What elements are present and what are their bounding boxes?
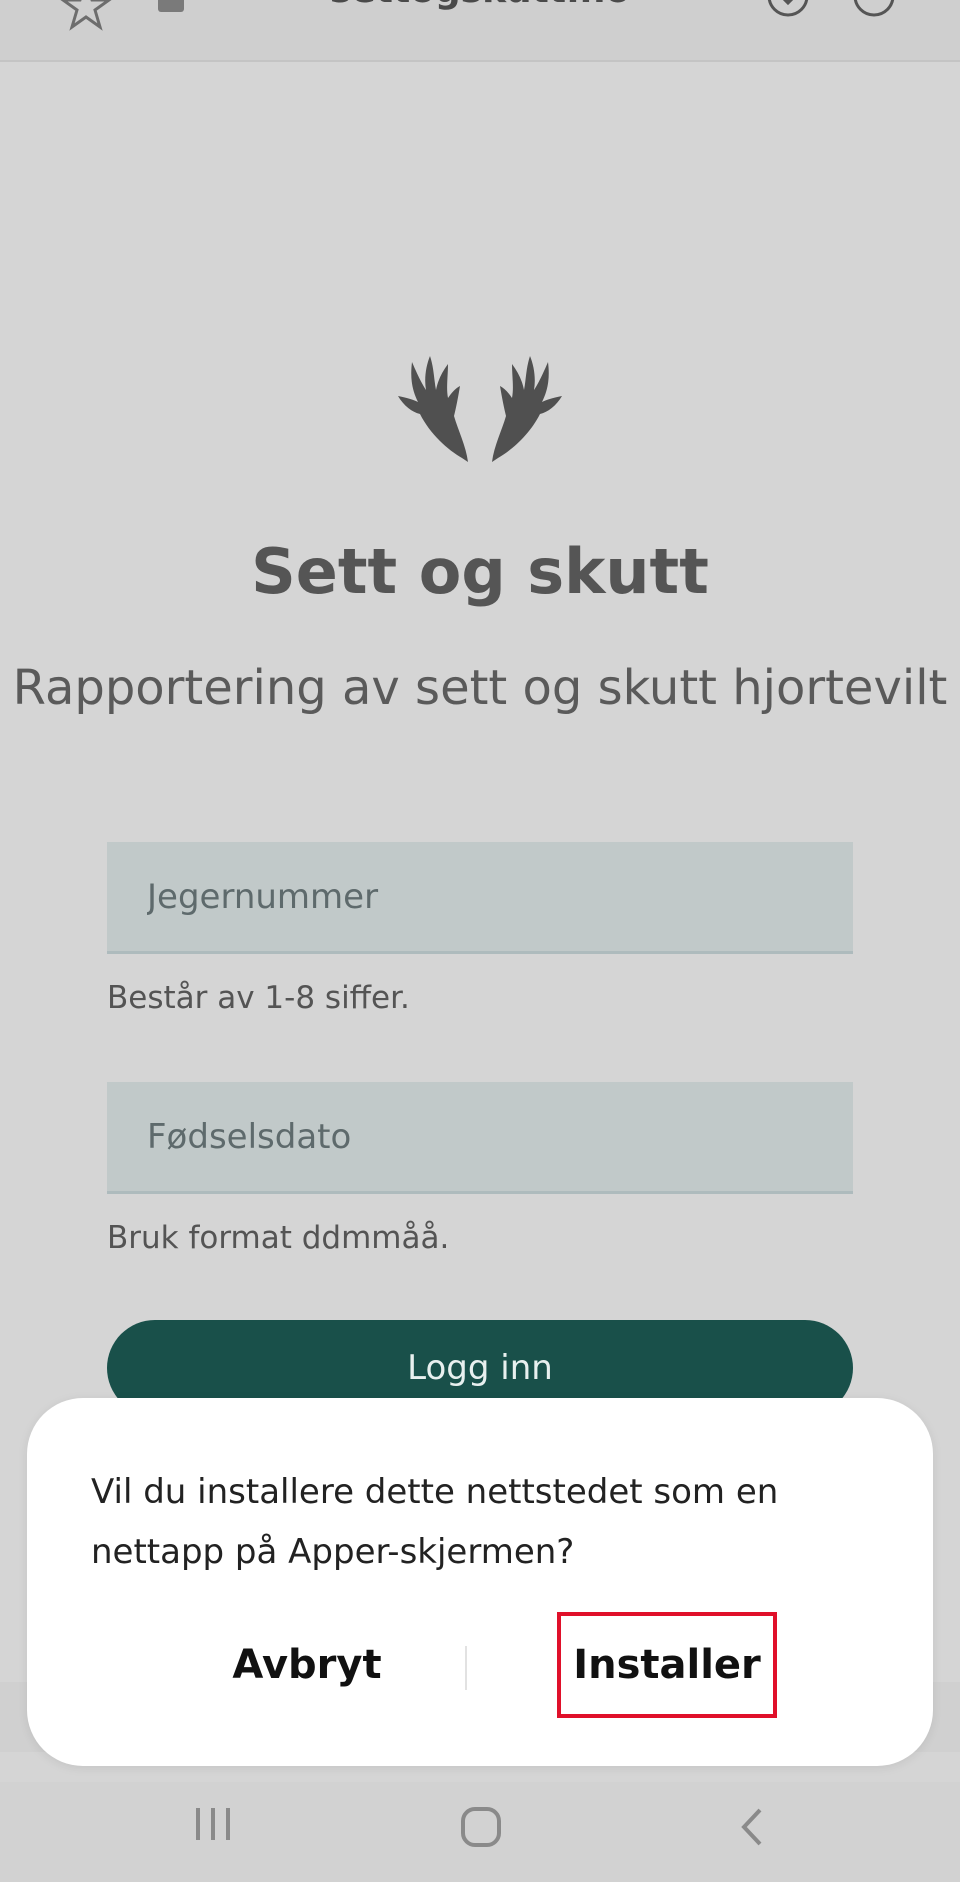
page-subtitle: Rapportering av sett og skutt hjortevilt [12,660,948,716]
install-button[interactable]: Installer [557,1612,777,1718]
address-bar-url[interactable]: settogskutt.no [0,0,960,11]
birth-date-input[interactable] [107,1082,853,1194]
antlers-logo-icon [398,356,562,462]
recent-apps-icon[interactable] [190,1804,236,1844]
install-web-app-dialog: Vil du installere dette nettstedet som e… [27,1398,933,1766]
screen: settogskutt.no Sett og skutt Rapporterin… [0,0,960,1882]
hunter-number-input[interactable] [107,842,853,954]
hunter-number-hint: Består av 1-8 siffer. [107,980,410,1016]
dialog-message: Vil du installere dette nettstedet som e… [91,1472,779,1572]
browser-top-bar: settogskutt.no [0,0,960,62]
home-icon[interactable] [458,1804,504,1850]
page-title: Sett og skutt [251,535,709,608]
birth-date-hint: Bruk format ddmmåå. [107,1220,450,1256]
cancel-button[interactable]: Avbryt [157,1620,457,1710]
system-navigation-bar [0,1782,960,1882]
download-icon[interactable] [766,0,810,18]
button-divider [465,1646,467,1690]
back-icon[interactable] [730,1804,776,1850]
tabs-icon[interactable] [852,0,896,18]
